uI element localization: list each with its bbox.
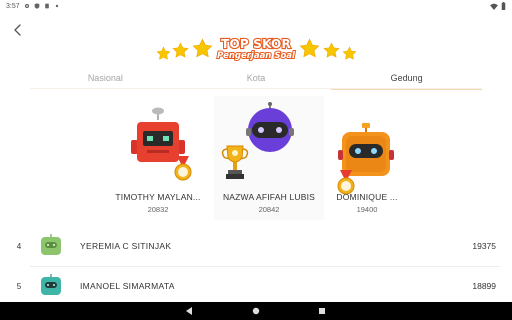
tab-nasional[interactable]: Nasional — [30, 70, 181, 90]
sim-icon — [44, 3, 49, 9]
dot-icon — [55, 4, 58, 8]
podium-score: 20832 — [147, 205, 169, 214]
list-item[interactable]: 4 YEREMIA C SITINJAK 19375 — [0, 227, 512, 265]
status-bar: 3:57 — [0, 0, 512, 12]
green-robot-icon — [41, 234, 61, 255]
tab-gedung[interactable]: Gedung — [331, 70, 483, 90]
scope-tabs: Nasional Kota Gedung — [30, 70, 483, 90]
podium-third[interactable]: DOMINIQUE ... 19400 — [312, 100, 422, 220]
podium-name: DOMINIQUE ... — [336, 192, 398, 202]
medal-icon — [174, 156, 192, 181]
podium-score: 19400 — [356, 205, 378, 214]
system-nav-bar — [0, 302, 512, 320]
banner-subtitle: Pengerjaan Soal — [216, 50, 296, 62]
list-score: 18899 — [472, 281, 496, 291]
battery-icon — [501, 2, 506, 10]
back-arrow-icon[interactable] — [10, 22, 26, 38]
podium-score: 20842 — [258, 205, 280, 214]
shield-icon — [34, 3, 40, 9]
back-nav-icon[interactable] — [184, 306, 194, 316]
list-rank: 5 — [16, 281, 22, 291]
list-score: 19375 — [472, 241, 496, 251]
home-nav-icon[interactable] — [251, 306, 261, 316]
tabs-divider — [30, 88, 482, 89]
gear-icon — [24, 3, 29, 9]
list-rank: 4 — [16, 241, 22, 251]
recents-nav-icon[interactable] — [317, 306, 327, 316]
top-score-banner: TOP SKOR Pengerjaan Soal — [156, 34, 357, 68]
podium-second[interactable]: TIMOTHY MAYLAN... 20832 — [103, 100, 213, 220]
trophy-icon — [221, 145, 249, 179]
list-item[interactable]: 5 IMANOEL SIMARMATA 18899 — [0, 267, 512, 305]
screen: { "status_bar": { "time": "3:57", "left_… — [0, 0, 512, 320]
tab-kota[interactable]: Kota — [181, 70, 332, 90]
status-time: 3:57 — [6, 2, 20, 10]
wifi-icon — [490, 3, 498, 10]
podium-name: NAZWA AFIFAH LUBIS — [222, 192, 316, 202]
teal-robot-icon — [41, 274, 61, 295]
podium-first[interactable]: NAZWA AFIFAH LUBIS 20842 — [214, 96, 324, 220]
podium-name: TIMOTHY MAYLAN... — [115, 192, 201, 202]
list-name: IMANOEL SIMARMATA — [80, 281, 175, 291]
banner-title: TOP SKOR — [220, 36, 292, 52]
list-name: YEREMIA C SITINJAK — [80, 241, 172, 251]
